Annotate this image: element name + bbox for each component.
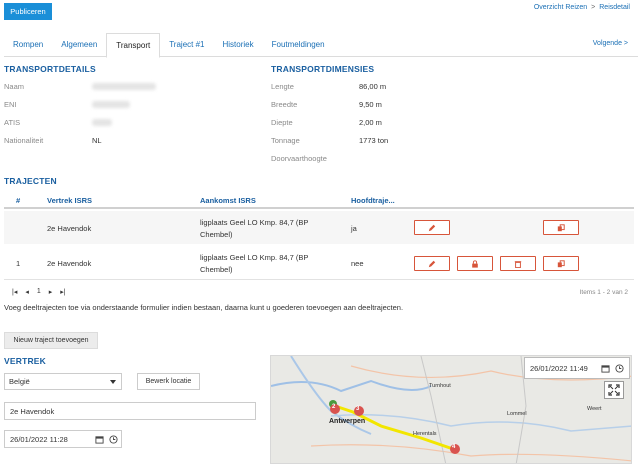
- row-hoofdtraject: ja: [351, 224, 357, 233]
- marker-4-label: 4: [452, 444, 456, 450]
- departure-datetime-value: 26/01/2022 11:28: [10, 434, 68, 444]
- publish-button[interactable]: Publiceren: [4, 3, 52, 20]
- tonnage-label: Tonnage: [271, 136, 300, 145]
- copy-icon: [557, 259, 565, 267]
- col-hoofdtraject[interactable]: Hoofdtraje...: [351, 196, 395, 205]
- vertrek-title: VERTREK: [4, 356, 47, 366]
- edit-button[interactable]: [414, 220, 450, 235]
- clock-icon[interactable]: [109, 435, 118, 444]
- row-hoofdtraject: nee: [351, 259, 364, 268]
- map-place-weert: Weert: [587, 406, 602, 412]
- nationaliteit-value: NL: [92, 136, 102, 145]
- tonnage-value: 1773 ton: [359, 136, 389, 145]
- diepte-value: 2,00 m: [359, 118, 382, 127]
- tab-bar: Rompen Algemeen Transport Traject #1 His…: [4, 33, 638, 58]
- eni-label: ENI: [4, 100, 17, 109]
- pager-prev[interactable]: ◂: [25, 288, 29, 296]
- tab-transport[interactable]: Transport: [106, 33, 161, 58]
- trajecten-table-header: # Vertrek ISRS Aankomst ISRS Hoofdtraje.…: [4, 192, 634, 209]
- map-place-herentals: Herentals: [413, 431, 437, 437]
- row-vertrek: 2e Havendok: [47, 259, 92, 268]
- pager-info: Items 1 - 2 van 2: [579, 289, 628, 296]
- breadcrumb-current[interactable]: Reisdetail: [599, 4, 630, 11]
- pager-last[interactable]: ▸|: [60, 288, 65, 296]
- row-aankomst-line2: Chembel): [200, 265, 233, 274]
- lengte-value: 86,00 m: [359, 82, 387, 91]
- pencil-icon: [428, 224, 436, 231]
- copy-icon: [557, 223, 565, 231]
- row-aankomst-line1: ligplaats Geel LO Kmp. 84,7 (BP: [200, 218, 309, 227]
- transportdetails-title: TRANSPORTDETAILS: [4, 64, 96, 74]
- copy-button[interactable]: [543, 256, 579, 271]
- breadcrumb: Overzicht Reizen > Reisdetail: [534, 4, 630, 11]
- copy-button[interactable]: [543, 220, 579, 235]
- lengte-label: Lengte: [271, 82, 294, 91]
- departure-datetime-input[interactable]: 26/01/2022 11:28: [4, 430, 122, 448]
- arrival-datetime-value: 26/01/2022 11:49: [530, 363, 588, 373]
- tab-historiek[interactable]: Historiek: [214, 33, 263, 57]
- pager-first[interactable]: |◂: [12, 288, 17, 296]
- breedte-value: 9,50 m: [359, 100, 382, 109]
- atis-value-redacted: [92, 119, 112, 126]
- col-number[interactable]: #: [16, 196, 20, 205]
- chevron-down-icon: [110, 380, 116, 384]
- breadcrumb-separator: >: [591, 4, 596, 11]
- diepte-label: Diepte: [271, 118, 293, 127]
- calendar-icon[interactable]: [95, 435, 104, 444]
- trash-icon: [514, 260, 522, 268]
- row-vertrek: 2e Havendok: [47, 224, 92, 233]
- country-select[interactable]: België: [4, 373, 122, 390]
- eni-value-redacted: [92, 101, 130, 108]
- pager: |◂ ◂ 1 ▸ ▸|: [12, 288, 66, 296]
- marker-3-label: 3: [356, 406, 360, 412]
- pencil-icon: [428, 260, 436, 267]
- tab-rompen[interactable]: Rompen: [4, 33, 52, 57]
- breedte-label: Breedte: [271, 100, 298, 109]
- location-input-value: 2e Havendok: [10, 406, 55, 416]
- location-input[interactable]: 2e Havendok: [4, 402, 256, 420]
- map-place-turnhout: Turnhout: [429, 383, 451, 389]
- doorvaarthoogte-label: Doorvaarthoogte: [271, 154, 327, 163]
- transportdimensies-title: TRANSPORTDIMENSIES: [271, 64, 375, 74]
- edit-button[interactable]: [414, 256, 450, 271]
- tab-foutmeldingen[interactable]: Foutmeldingen: [263, 33, 334, 57]
- lock-button[interactable]: [457, 256, 493, 271]
- new-traject-button[interactable]: Nieuw traject toevoegen: [4, 332, 98, 349]
- country-select-value: België: [9, 377, 30, 386]
- table-row: 1 2e Havendok ligplaats Geel LO Kmp. 84,…: [4, 246, 634, 280]
- marker-2-label: 2: [332, 404, 336, 410]
- trajecten-title: TRAJECTEN: [4, 176, 57, 186]
- calendar-icon[interactable]: [601, 364, 610, 373]
- pager-current-page[interactable]: 1: [37, 288, 41, 296]
- hint-text: Voeg deeltrajecten toe via onderstaande …: [4, 303, 404, 312]
- col-vertrek-isrs[interactable]: Vertrek ISRS: [47, 196, 92, 205]
- map-place-lommel: Lommel: [507, 411, 527, 417]
- pager-next[interactable]: ▸: [49, 288, 53, 296]
- edit-location-button[interactable]: Bewerk locatie: [137, 373, 200, 390]
- arrival-datetime-input[interactable]: 26/01/2022 11:49: [524, 357, 630, 379]
- table-row: 2e Havendok ligplaats Geel LO Kmp. 84,7 …: [4, 211, 634, 244]
- col-aankomst-isrs[interactable]: Aankomst ISRS: [200, 196, 256, 205]
- atis-label: ATIS: [4, 118, 21, 127]
- delete-button[interactable]: [500, 256, 536, 271]
- row-aankomst-line2: Chembel): [200, 230, 233, 239]
- clock-icon[interactable]: [615, 364, 624, 373]
- fullscreen-icon: [608, 384, 620, 396]
- lock-icon: [472, 259, 478, 268]
- row-aankomst-line1: ligplaats Geel LO Kmp. 84,7 (BP: [200, 253, 309, 262]
- row-number: 1: [16, 259, 21, 268]
- map-place-antwerpen: Antwerpen: [329, 418, 366, 425]
- naam-label: Naam: [4, 82, 25, 91]
- naam-value-redacted: [92, 83, 156, 90]
- breadcrumb-parent-link[interactable]: Overzicht Reizen: [534, 4, 587, 11]
- tab-traject-1[interactable]: Traject #1: [160, 33, 213, 57]
- tab-algemeen[interactable]: Algemeen: [52, 33, 106, 57]
- fullscreen-button[interactable]: [604, 381, 624, 399]
- next-link[interactable]: Volgende >: [593, 40, 628, 47]
- nationaliteit-label: Nationaliteit: [4, 136, 44, 145]
